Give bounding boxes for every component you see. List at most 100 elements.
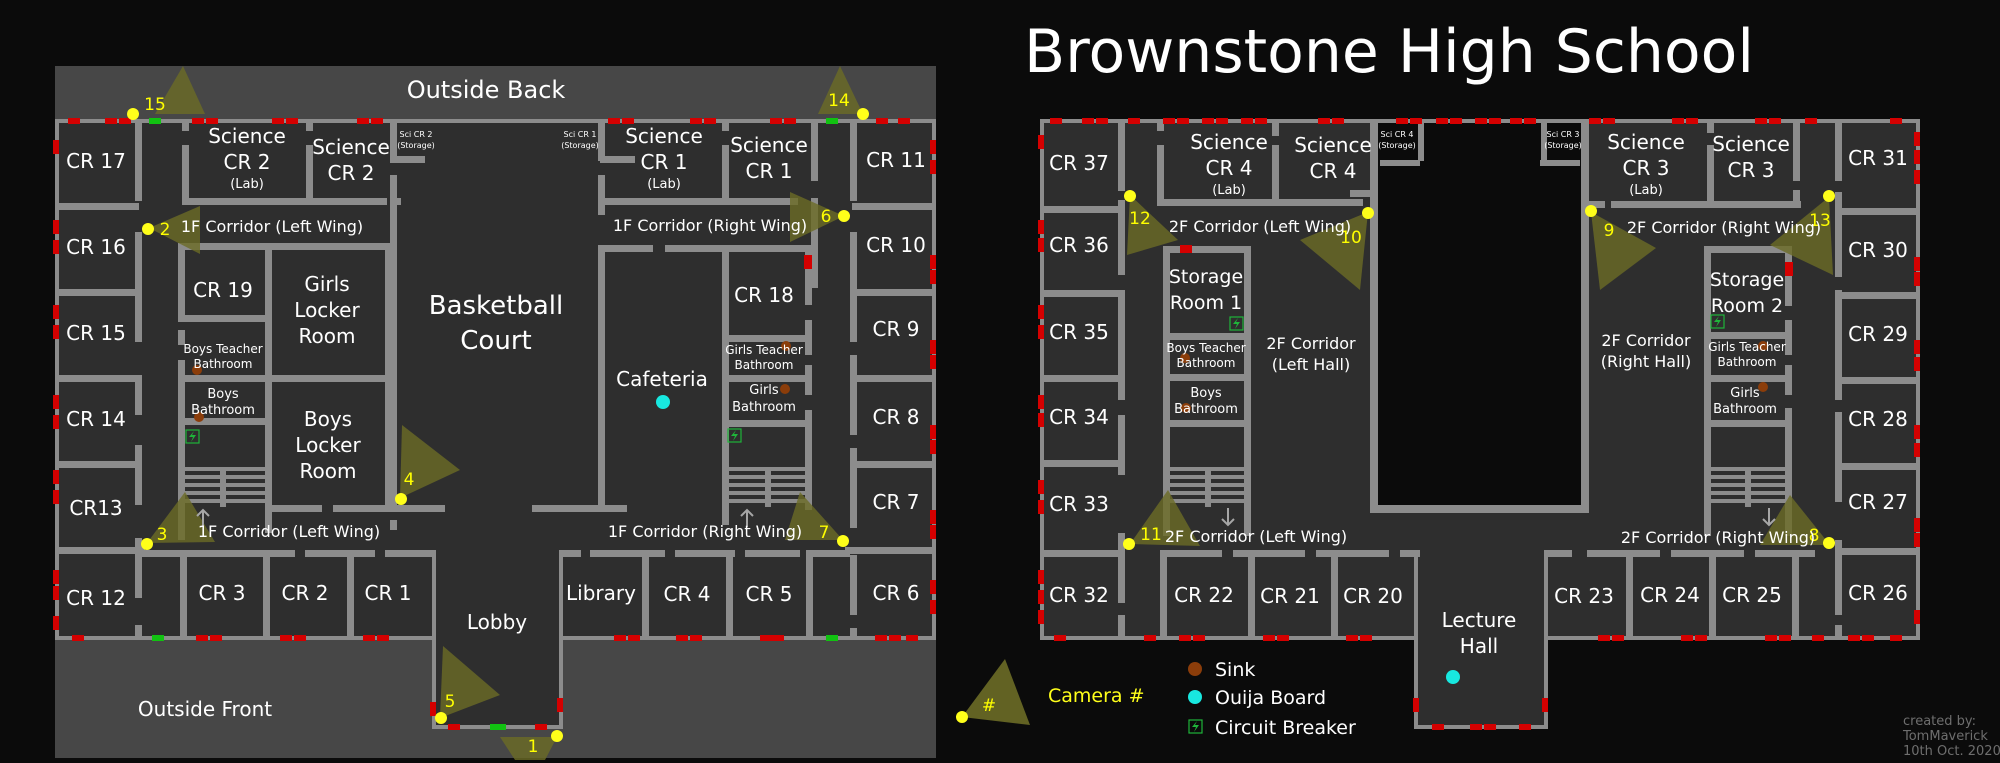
svg-text:Science: Science: [312, 135, 390, 159]
room-cr29: CR 29: [1848, 322, 1908, 346]
svg-text:Storage: Storage: [1710, 269, 1784, 291]
legend-ouija: Ouija Board: [1188, 687, 1326, 709]
svg-text:(Lab): (Lab): [1629, 183, 1663, 198]
room-cr18: CR 18: [734, 283, 794, 307]
svg-text:Girls: Girls: [1730, 386, 1760, 401]
room-cr33: CR 33: [1049, 492, 1109, 516]
svg-text:Bathroom: Bathroom: [735, 358, 794, 372]
corridor-2f-left-wing-top: 2F Corridor (Left Wing): [1169, 217, 1351, 236]
room-cr16: CR 16: [66, 235, 126, 259]
svg-text:Bathroom: Bathroom: [1174, 402, 1238, 417]
room-cr32: CR 32: [1049, 583, 1109, 607]
room-cafeteria: Cafeteria: [616, 367, 708, 391]
room-cr34: CR 34: [1049, 405, 1109, 429]
svg-text:4: 4: [404, 470, 415, 490]
outside-back-label: Outside Back: [407, 76, 566, 104]
ouija-board-icon[interactable]: [656, 395, 670, 409]
svg-text:12: 12: [1129, 209, 1151, 229]
room-cr4: CR 4: [664, 582, 711, 606]
legend: # Camera # Sink Ouija Board Circuit Brea…: [956, 659, 1356, 739]
outside-front-label: Outside Front: [138, 697, 272, 721]
svg-text:Boys: Boys: [1190, 386, 1222, 401]
room-cr36: CR 36: [1049, 233, 1109, 257]
svg-text:Science: Science: [208, 124, 286, 148]
svg-text:CR 4: CR 4: [1310, 159, 1357, 183]
corridor-2f-left-wing-bottom: 2F Corridor (Left Wing): [1165, 527, 1347, 546]
svg-text:(Storage): (Storage): [561, 141, 599, 150]
svg-text:Ouija Board: Ouija Board: [1215, 687, 1326, 709]
credit: created by: TomMaverick 10th Oct. 2020: [1902, 714, 2000, 759]
svg-text:CR 1: CR 1: [746, 159, 793, 183]
corridor-1f-right-wing-top: 1F Corridor (Right Wing): [613, 216, 807, 235]
school-map: 1 2 3 4 5 6 7 14 15 8 9 10 11 12 13 Outs…: [53, 17, 2000, 760]
corridor-2f-right-wing-top: 2F Corridor (Right Wing): [1627, 218, 1821, 237]
svg-text:1: 1: [528, 737, 539, 757]
svg-text:Bathroom: Bathroom: [1713, 402, 1777, 417]
svg-text:created by:: created by:: [1903, 714, 1976, 729]
ouija-board-icon: [1188, 690, 1202, 704]
ouija-board-icon[interactable]: [1446, 670, 1460, 684]
svg-text:(Lab): (Lab): [230, 177, 264, 192]
svg-text:10th Oct. 2020: 10th Oct. 2020: [1903, 744, 2000, 759]
svg-text:CR 3: CR 3: [1728, 158, 1775, 182]
room-cr31: CR 31: [1848, 146, 1908, 170]
svg-text:Storage: Storage: [1169, 266, 1243, 288]
room-cr22: CR 22: [1174, 583, 1234, 607]
svg-text:Sci CR 3: Sci CR 3: [1546, 130, 1579, 139]
svg-text:(Storage): (Storage): [397, 141, 435, 150]
svg-text:Science: Science: [1607, 130, 1685, 154]
legend-camera-label: Camera #: [1048, 685, 1145, 707]
svg-text:CR 3: CR 3: [1623, 156, 1670, 180]
room-cr13: CR13: [69, 496, 122, 520]
corridor-1f-left-wing-top: 1F Corridor (Left Wing): [181, 217, 363, 236]
room-cr8: CR 8: [873, 405, 920, 429]
svg-text:Science: Science: [1294, 133, 1372, 157]
atrium-void: [1377, 121, 1582, 508]
circuit-breaker-icon: [1188, 719, 1203, 734]
room-lobby: Lobby: [467, 610, 527, 634]
svg-text:Circuit Breaker: Circuit Breaker: [1215, 717, 1356, 739]
svg-text:Sci CR 2: Sci CR 2: [399, 130, 432, 139]
svg-text:Court: Court: [460, 326, 531, 356]
room-cr37: CR 37: [1049, 151, 1109, 175]
room-boys-locker: BoysLockerRoom: [295, 407, 361, 483]
legend-breaker: Circuit Breaker: [1188, 717, 1356, 739]
svg-text:Girls Teacher: Girls Teacher: [1708, 340, 1786, 354]
svg-text:6: 6: [821, 207, 832, 227]
svg-text:Boys: Boys: [304, 407, 352, 431]
svg-text:Locker: Locker: [294, 298, 360, 322]
svg-text:Science: Science: [1712, 132, 1790, 156]
svg-text:Locker: Locker: [295, 433, 361, 457]
room-cr24: CR 24: [1640, 583, 1700, 607]
room-cr3: CR 3: [199, 581, 246, 605]
svg-text:Hall: Hall: [1460, 634, 1498, 658]
svg-text:(Storage): (Storage): [1378, 141, 1416, 150]
page-title: Brownstone High School: [1024, 17, 1754, 87]
room-cr12: CR 12: [66, 586, 126, 610]
corridor-2f-right-wing-bottom: 2F Corridor (Right Wing): [1621, 528, 1815, 547]
svg-text:Girls: Girls: [304, 272, 349, 296]
room-cr11: CR 11: [866, 148, 926, 172]
room-cr17: CR 17: [66, 149, 126, 173]
svg-text:Room: Room: [299, 324, 356, 348]
room-2f-boys-teacher-bathroom: Boys TeacherBathroom: [1166, 341, 1245, 370]
svg-text:11: 11: [1140, 525, 1162, 545]
sink-icon: [780, 384, 790, 394]
svg-text:Room 1: Room 1: [1170, 292, 1242, 314]
room-library: Library: [566, 581, 636, 605]
room-cr9: CR 9: [873, 317, 920, 341]
room-cr20: CR 20: [1343, 584, 1403, 608]
svg-text:Bathroom: Bathroom: [194, 357, 253, 371]
svg-text:Bathroom: Bathroom: [1177, 356, 1236, 370]
svg-text:Room: Room: [300, 459, 357, 483]
room-cr26: CR 26: [1848, 581, 1908, 605]
svg-text:Bathroom: Bathroom: [1718, 355, 1777, 369]
svg-text:TomMaverick: TomMaverick: [1902, 729, 1988, 744]
svg-text:(Right Hall): (Right Hall): [1601, 352, 1691, 371]
floor-1: [53, 66, 936, 760]
svg-text:2F Corridor: 2F Corridor: [1601, 331, 1691, 350]
svg-text:Science: Science: [730, 133, 808, 157]
svg-text:Science: Science: [1190, 130, 1268, 154]
camera-icon: [956, 711, 968, 723]
svg-text:Science: Science: [625, 124, 703, 148]
